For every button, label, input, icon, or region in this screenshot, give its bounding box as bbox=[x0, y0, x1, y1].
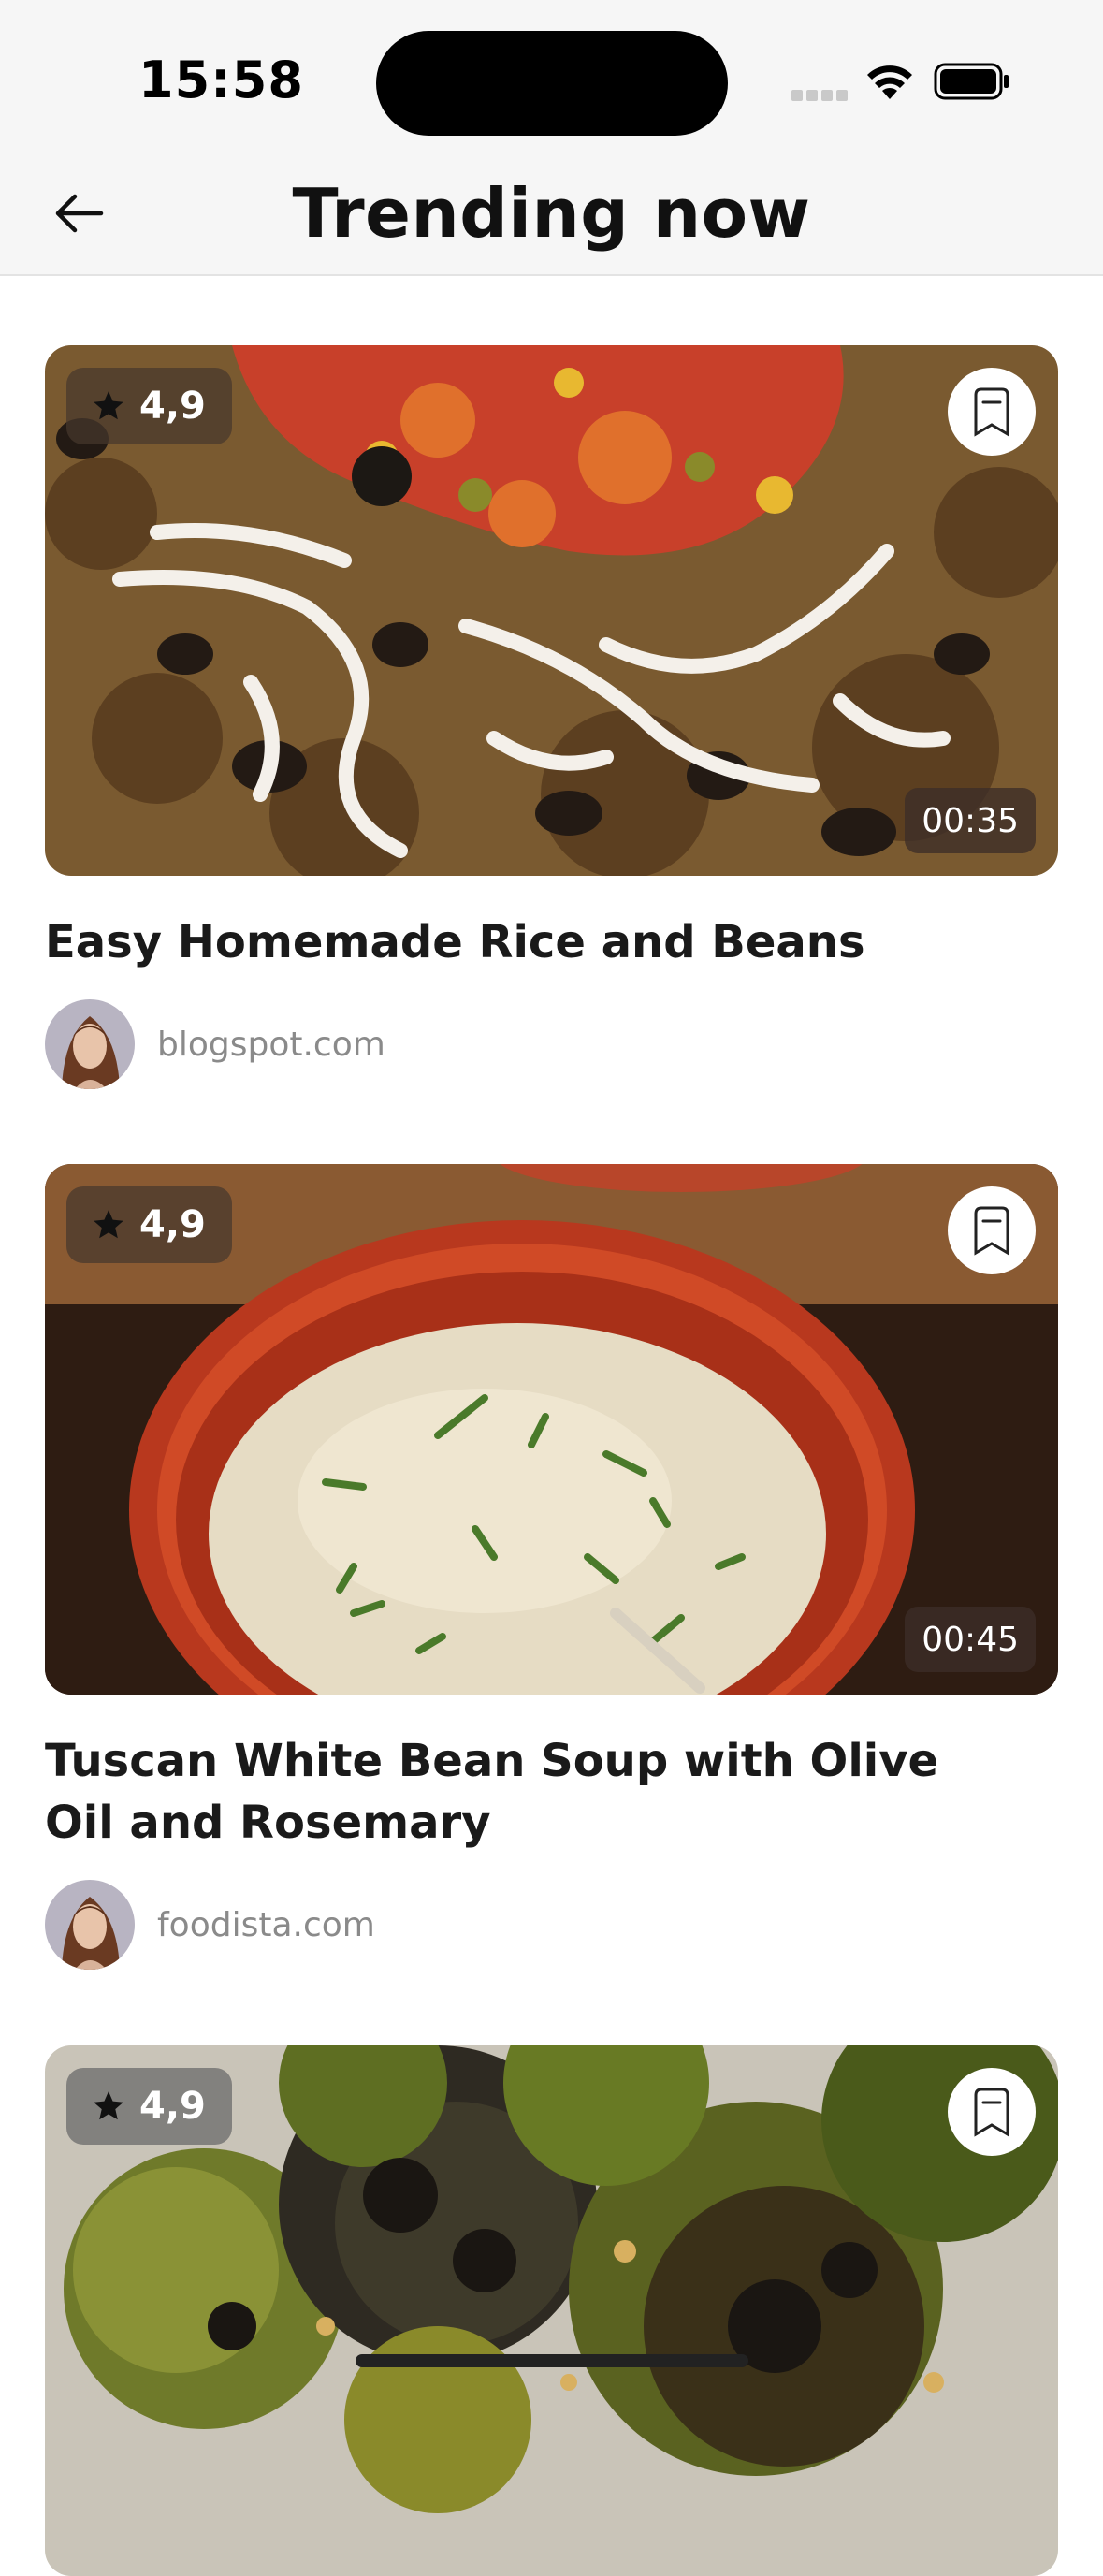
star-icon bbox=[94, 2091, 123, 2120]
star-icon bbox=[94, 1210, 123, 1239]
status-time: 15:58 bbox=[138, 51, 304, 109]
recipe-card[interactable]: 4,9 00:35 Easy Homemade Rice and Beans b… bbox=[45, 345, 1058, 1089]
recipe-title[interactable]: Easy Homemade Rice and Beans bbox=[45, 911, 1018, 973]
cellular-signal-icon bbox=[791, 90, 848, 101]
bookmark-icon bbox=[974, 2088, 1009, 2137]
recipe-title[interactable]: Tuscan White Bean Soup with Olive Oil an… bbox=[45, 1730, 1018, 1854]
battery-icon bbox=[934, 63, 1009, 100]
bookmark-icon bbox=[974, 1206, 1009, 1256]
bookmark-icon bbox=[974, 387, 1009, 437]
source-row[interactable]: blogspot.com bbox=[45, 999, 1058, 1089]
recipe-image[interactable]: 4,9 00:45 bbox=[45, 1164, 1058, 1695]
rating-badge: 4,9 bbox=[66, 1186, 232, 1263]
recipe-image[interactable]: 4,9 bbox=[45, 2045, 1058, 2576]
source-name: foodista.com bbox=[157, 1905, 375, 1944]
duration-badge: 00:35 bbox=[905, 788, 1036, 853]
home-indicator[interactable] bbox=[356, 2354, 748, 2367]
recipe-card[interactable]: 4,9 00:45 Tuscan White Bean Soup with Ol… bbox=[45, 1164, 1058, 1970]
bookmark-button[interactable] bbox=[948, 368, 1036, 456]
rating-value: 4,9 bbox=[139, 2085, 206, 2128]
bookmark-button[interactable] bbox=[948, 2068, 1036, 2156]
avatar bbox=[45, 999, 135, 1089]
avatar bbox=[45, 1880, 135, 1970]
source-name: blogspot.com bbox=[157, 1025, 385, 1064]
bookmark-button[interactable] bbox=[948, 1186, 1036, 1274]
rating-badge: 4,9 bbox=[66, 368, 232, 444]
page-title: Trending now bbox=[292, 174, 811, 253]
rating-value: 4,9 bbox=[139, 1203, 206, 1246]
star-icon bbox=[94, 391, 123, 420]
rating-badge: 4,9 bbox=[66, 2068, 232, 2145]
dynamic-island bbox=[376, 31, 728, 136]
rating-value: 4,9 bbox=[139, 385, 206, 428]
recipe-image[interactable]: 4,9 00:35 bbox=[45, 345, 1058, 876]
duration-badge: 00:45 bbox=[905, 1607, 1036, 1672]
wifi-icon bbox=[867, 65, 912, 99]
recipe-card[interactable]: 4,9 bbox=[45, 2045, 1058, 2576]
source-row[interactable]: foodista.com bbox=[45, 1880, 1058, 1970]
